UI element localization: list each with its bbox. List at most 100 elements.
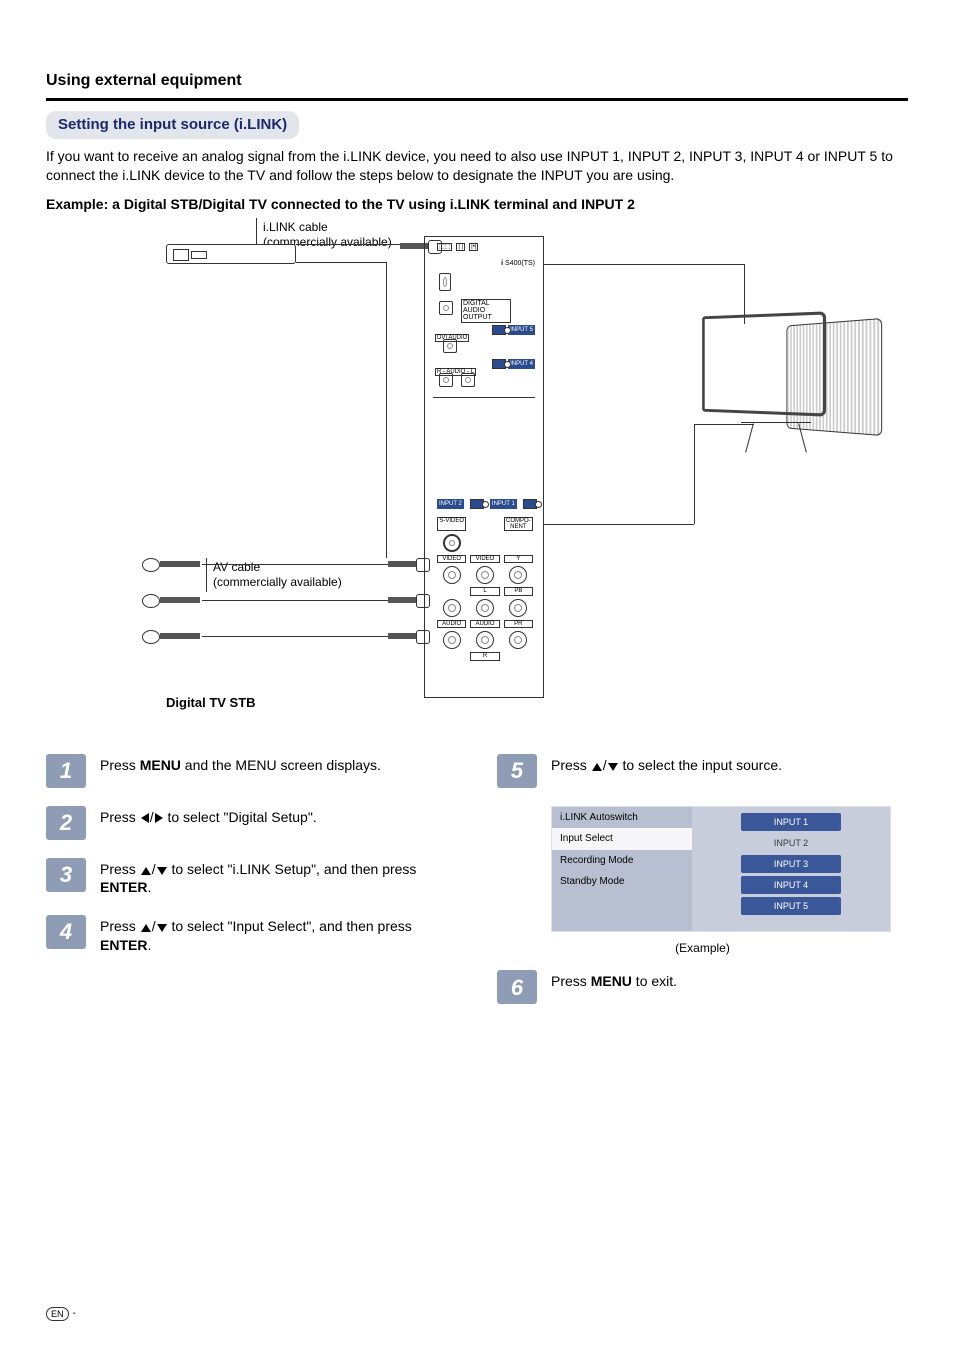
step-number: 1 xyxy=(46,754,86,788)
text-bold: ENTER xyxy=(100,937,147,953)
text-bold: ENTER xyxy=(100,879,147,895)
text: to select the input source. xyxy=(619,757,782,773)
page-title: Using external equipment xyxy=(46,70,908,92)
tv-stand xyxy=(741,422,811,452)
wire xyxy=(296,262,386,263)
arrow-down-icon xyxy=(608,763,618,771)
jack-header: COMPO-NENT xyxy=(504,517,533,531)
osd-left-list: i.LINK Autoswitch Input Select Recording… xyxy=(552,807,692,932)
text: to exit. xyxy=(632,973,677,989)
label-line: i.LINK cable xyxy=(263,220,392,235)
text: . xyxy=(147,879,151,895)
step-text: Press / to select the input source. xyxy=(551,754,908,788)
jack-header: Y xyxy=(504,555,533,564)
port-jack xyxy=(492,359,506,369)
osd-option: INPUT 1 xyxy=(741,813,841,831)
text: Press xyxy=(100,861,140,877)
tv-unit xyxy=(696,314,896,484)
arrow-left-icon xyxy=(141,813,149,823)
wire xyxy=(544,524,694,525)
step-text: Press / to select "Digital Setup". xyxy=(100,806,457,840)
osd-option: INPUT 2 xyxy=(741,834,841,852)
text: Press xyxy=(100,809,140,825)
osd-item: i.LINK Autoswitch xyxy=(552,807,692,829)
panel-label: i S400(TS) xyxy=(501,259,535,268)
wire xyxy=(202,600,388,601)
label-line: (commercially available) xyxy=(213,575,342,590)
footer-dash: - xyxy=(73,1307,76,1321)
label-line: AV cable xyxy=(213,560,342,575)
osd-item: Recording Mode xyxy=(552,850,692,872)
panel-row: INPUT 2 INPUT 1 xyxy=(437,499,537,509)
jack-header: VIDEO xyxy=(470,555,499,564)
step-text: Press / to select "Input Select", and th… xyxy=(100,915,457,955)
rca-plug xyxy=(142,558,202,570)
arrow-up-icon xyxy=(141,924,151,932)
step-1: 1 Press MENU and the MENU screen display… xyxy=(46,754,457,788)
ilink-ports: ⬚⬚ | | |•| xyxy=(437,243,478,251)
s400-label: S400(TS) xyxy=(505,260,535,267)
rca-plug xyxy=(142,630,202,642)
port-jack xyxy=(470,499,484,509)
jack-grid: S-VIDEO . COMPO-NENT VIDEO VIDEO Y . xyxy=(437,517,533,663)
arrow-down-icon xyxy=(157,924,167,932)
example-title: Example: a Digital STB/Digital TV connec… xyxy=(46,195,908,214)
osd-option: INPUT 5 xyxy=(741,897,841,915)
page-footer: EN - xyxy=(46,1307,76,1321)
port xyxy=(439,373,453,387)
steps-left-col: 1 Press MENU and the MENU screen display… xyxy=(46,754,457,1023)
text: to select "Digital Setup". xyxy=(164,809,317,825)
steps-columns: 1 Press MENU and the MENU screen display… xyxy=(46,754,908,1023)
cable-plug xyxy=(388,594,428,606)
arrow-down-icon xyxy=(157,867,167,875)
wire xyxy=(202,564,388,565)
step-2: 2 Press / to select "Digital Setup". xyxy=(46,806,457,840)
text: . xyxy=(147,937,151,953)
step-number: 6 xyxy=(497,970,537,1004)
footer-lang: EN xyxy=(46,1307,69,1321)
text: Press xyxy=(551,757,591,773)
port-jack xyxy=(523,499,537,509)
intro-paragraph: If you want to receive an analog signal … xyxy=(46,147,908,185)
arrow-right-icon xyxy=(155,813,163,823)
panel-label: DIGITAL AUDIO OUTPUT xyxy=(461,299,511,323)
step-text: Press MENU and the MENU screen displays. xyxy=(100,754,457,788)
wire xyxy=(296,244,297,245)
jack-header: AUDIO xyxy=(437,620,466,629)
rca-plug xyxy=(142,594,202,606)
osd-right-list: INPUT 1 INPUT 2 INPUT 3 INPUT 4 INPUT 5 xyxy=(692,807,890,932)
tv-rear-panel: ⬚⬚ | | |•| i S400(TS) DIGITAL AUDIO OUTP… xyxy=(424,236,544,698)
text: and the MENU screen displays. xyxy=(181,757,381,773)
step-number: 2 xyxy=(46,806,86,840)
jack-header: AUDIO xyxy=(470,620,499,629)
subsection-title: Setting the input source (i.LINK) xyxy=(46,111,299,139)
port-jack xyxy=(492,325,506,335)
osd-caption: (Example) xyxy=(497,940,908,956)
jack-header: PB xyxy=(504,587,533,596)
divider xyxy=(46,98,908,101)
text: to select "Input Select", and then press xyxy=(168,918,412,934)
text: to select "i.LINK Setup", and then press xyxy=(168,861,417,877)
step-text: Press / to select "i.LINK Setup", and th… xyxy=(100,858,457,898)
text: Press xyxy=(100,757,140,773)
jack-header: VIDEO xyxy=(437,555,466,564)
step-text: Press MENU to exit. xyxy=(551,970,908,1004)
wire xyxy=(694,424,695,524)
digital-stb-label: Digital TV STB xyxy=(166,694,256,712)
text-bold: MENU xyxy=(591,973,632,989)
port xyxy=(443,339,457,353)
port xyxy=(461,373,475,387)
panel-divider xyxy=(433,397,535,398)
step-4: 4 Press / to select "Input Select", and … xyxy=(46,915,457,955)
jack-header: PR xyxy=(504,620,533,629)
connection-diagram: i.LINK cable (commercially available) AV… xyxy=(46,224,908,734)
steps-right-col: 5 Press / to select the input source. i.… xyxy=(497,754,908,1023)
tv-screen xyxy=(702,311,826,416)
step-6: 6 Press MENU to exit. xyxy=(497,970,908,1004)
osd-item: Standby Mode xyxy=(552,871,692,893)
step-number: 3 xyxy=(46,858,86,892)
wire xyxy=(544,264,744,265)
jack-header: R xyxy=(470,652,499,661)
arrow-up-icon xyxy=(141,867,151,875)
cable-plug xyxy=(388,558,428,570)
